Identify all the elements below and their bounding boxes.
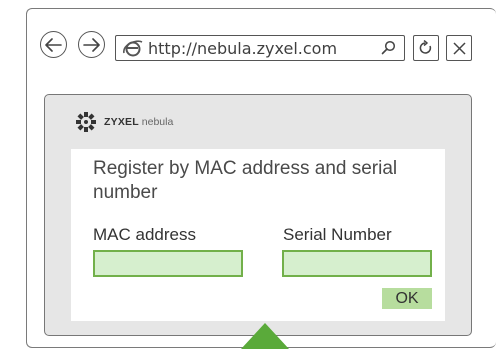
mac-address-input[interactable]	[93, 250, 243, 277]
refresh-button[interactable]	[413, 35, 439, 61]
back-arrow-icon	[45, 37, 62, 52]
nebula-app-panel: ZYXEL nebula Register by MAC address and…	[44, 94, 472, 336]
brand-light: nebula	[141, 116, 174, 128]
serial-number-input[interactable]	[282, 250, 432, 277]
search-icon[interactable]	[381, 40, 396, 60]
close-icon	[452, 41, 466, 55]
serial-number-label: Serial Number	[283, 225, 392, 244]
close-button[interactable]	[446, 35, 472, 61]
form-title: Register by MAC address and serial numbe…	[93, 158, 398, 203]
url-text: http://nebula.zyxel.com	[148, 39, 338, 58]
zyxel-logo-icon	[76, 112, 96, 132]
mac-address-label: MAC address	[93, 225, 196, 244]
back-button[interactable]	[40, 31, 67, 58]
address-bar[interactable]: http://nebula.zyxel.com	[115, 35, 405, 61]
ok-button[interactable]: OK	[382, 288, 432, 309]
refresh-icon	[419, 40, 432, 54]
registration-form: Register by MAC address and serial numbe…	[71, 149, 445, 321]
forward-arrow-icon	[83, 37, 100, 52]
brand-name: ZYXEL nebula	[104, 116, 173, 128]
browser-logo-icon	[122, 39, 144, 62]
brand-bold: ZYXEL	[104, 116, 139, 128]
forward-button[interactable]	[78, 31, 105, 58]
brand-header: ZYXEL nebula	[75, 111, 173, 133]
pointer-triangle	[241, 323, 289, 349]
